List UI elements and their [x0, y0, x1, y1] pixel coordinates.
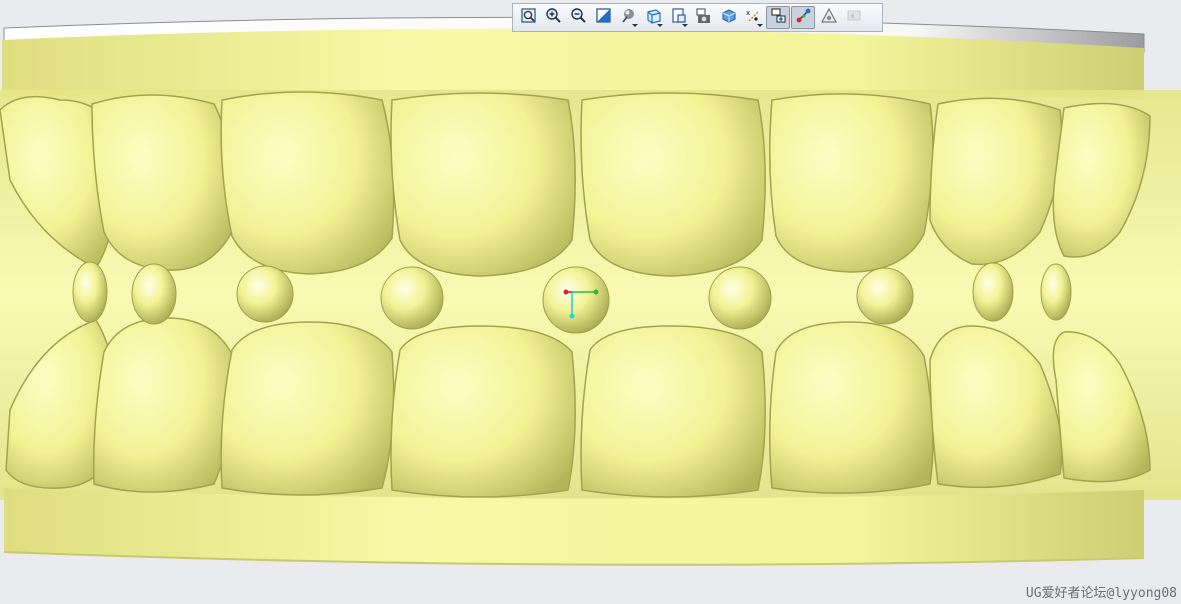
fit-view-button[interactable] [516, 6, 540, 29]
fit-view-icon [520, 7, 537, 28]
capture-image-icon [695, 7, 712, 28]
chevron-down-icon [632, 24, 638, 27]
chevron-down-icon [682, 24, 688, 27]
view-toolbar: x [512, 3, 883, 32]
lower-petal [580, 325, 766, 498]
bead [380, 266, 444, 330]
model-viewport[interactable] [0, 0, 1181, 604]
chevron-down-icon [757, 24, 763, 27]
lower-petal [769, 321, 934, 494]
zoom-in-icon [545, 7, 562, 28]
triad-x-end [593, 289, 599, 295]
orient-view-button[interactable] [641, 6, 665, 29]
lower-petal [92, 317, 234, 493]
lower-petal [390, 325, 576, 498]
undo-view-icon [845, 7, 862, 28]
triad-origin [563, 289, 569, 295]
show-hide-icon [770, 7, 787, 28]
rendering-style-button[interactable] [616, 6, 640, 29]
view-section-icon [720, 7, 737, 28]
upper-petal [769, 93, 934, 273]
bead [856, 267, 914, 325]
lower-petal [220, 321, 395, 496]
top-band [2, 28, 1144, 100]
bead [72, 261, 108, 323]
upper-petal [91, 94, 234, 271]
upper-petal [390, 92, 576, 277]
bead [972, 262, 1014, 322]
bead [1040, 263, 1072, 321]
zoom-out-button[interactable] [566, 6, 590, 29]
bead [131, 263, 177, 325]
datum-triad-button[interactable] [791, 6, 815, 29]
watermark-text: UG爱好者论坛@lyyong08 [1025, 586, 1177, 601]
upper-petal [220, 91, 395, 275]
zoom-out-icon [570, 7, 587, 28]
measure-icon [820, 7, 837, 28]
zoom-in-button[interactable] [541, 6, 565, 29]
undo-view-button[interactable] [841, 6, 865, 29]
bead [542, 266, 610, 334]
show-hide-button[interactable] [766, 6, 790, 29]
view-layout-button[interactable] [666, 6, 690, 29]
datum-triad-icon [795, 7, 812, 28]
bead [708, 266, 772, 330]
capture-image-button[interactable] [691, 6, 715, 29]
bottom-band [4, 488, 1144, 565]
svg-text:x: x [746, 9, 750, 17]
zoom-window-button[interactable] [591, 6, 615, 29]
chevron-down-icon [657, 24, 663, 27]
snap-point-button[interactable]: x [741, 6, 765, 29]
view-section-button[interactable] [716, 6, 740, 29]
bead [236, 265, 294, 323]
measure-button[interactable] [816, 6, 840, 29]
triad-z-end [569, 313, 575, 319]
upper-petal [580, 92, 766, 277]
zoom-window-icon [595, 7, 612, 28]
